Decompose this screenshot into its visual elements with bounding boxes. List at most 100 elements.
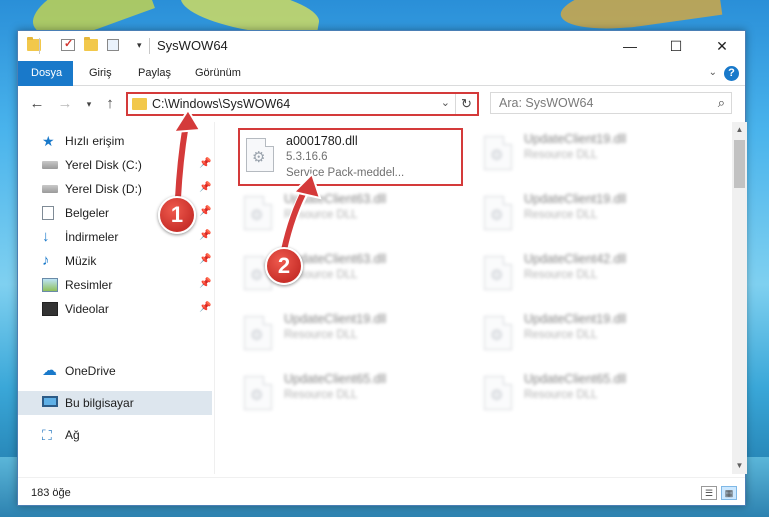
nav-item-onedrive[interactable]: ☁ OneDrive (18, 359, 212, 383)
pin-icon[interactable]: 📌 (199, 158, 211, 169)
close-button[interactable]: ✕ (699, 31, 745, 61)
star-icon: ★ (42, 133, 55, 149)
chevron-down-icon[interactable]: ▾ (137, 40, 142, 51)
nav-item-label: Videolar (65, 302, 109, 316)
status-bar: 183 öğe ☰ ▦ (18, 477, 745, 505)
dll-file-icon (246, 138, 274, 172)
pin-icon[interactable]: 📌 (199, 278, 211, 289)
dll-file-icon (244, 196, 272, 230)
view-properties-icon[interactable] (107, 39, 119, 51)
refresh-button[interactable]: ↻ (455, 94, 477, 114)
file-description: Resource DLL (284, 209, 358, 221)
pin-icon[interactable]: 📌 (199, 230, 211, 241)
file-item[interactable]: UpdateClient19.dll Resource DLL (238, 308, 463, 366)
file-item[interactable]: UpdateClient65.dll Resource DLL (238, 368, 463, 426)
nav-item-local-disk-c[interactable]: Yerel Disk (C:) 📌 (18, 153, 212, 177)
minimize-button[interactable]: — (607, 31, 653, 61)
drive-icon (42, 161, 58, 169)
dll-file-icon (484, 376, 512, 410)
title-bar: ▾ SysWOW64 — ☐ ✕ (18, 31, 745, 61)
scrollbar-thumb[interactable] (734, 140, 745, 188)
file-name: UpdateClient65.dll (524, 372, 627, 386)
file-item[interactable]: UpdateClient65.dll Resource DLL (478, 368, 703, 426)
tab-file[interactable]: Dosya (18, 61, 73, 86)
navigation-pane: ★ Hızlı erişim Yerel Disk (C:) 📌 Yerel D… (18, 122, 215, 474)
maximize-button[interactable]: ☐ (653, 31, 699, 61)
videos-icon (42, 302, 58, 316)
scroll-up-icon[interactable]: ▲ (732, 122, 747, 138)
step-badge-1: 1 (158, 196, 196, 234)
details-view-icon[interactable]: ☰ (701, 486, 717, 500)
file-item[interactable]: UpdateClient42.dll Resource DLL (478, 248, 703, 306)
back-arrow-icon[interactable]: ← (28, 95, 46, 113)
nav-item-music[interactable]: ♪ Müzik 📌 (18, 249, 212, 273)
vertical-scrollbar[interactable]: ▲ ▼ (732, 122, 747, 474)
up-arrow-icon[interactable]: ↑ (101, 95, 119, 113)
pin-icon[interactable]: 📌 (199, 206, 211, 217)
music-icon: ♪ (42, 252, 50, 269)
nav-item-pictures[interactable]: Resimler 📌 (18, 273, 212, 297)
address-dropdown-icon[interactable]: ⌄ (441, 96, 450, 109)
tiles-view-icon[interactable]: ▦ (721, 486, 737, 500)
file-name: UpdateClient65.dll (284, 372, 387, 386)
nav-item-network[interactable]: ⛶ Ağ (18, 423, 212, 447)
nav-item-label: OneDrive (65, 364, 116, 378)
file-description: Resource DLL (524, 389, 598, 401)
file-version: 5.3.16.6 (286, 151, 328, 163)
tab-view[interactable]: Görünüm (187, 61, 249, 86)
file-list: a0001780.dll 5.3.16.6 Service Pack-medde… (216, 122, 732, 474)
this-pc-icon (42, 396, 58, 407)
dll-file-icon (244, 316, 272, 350)
file-name: UpdateClient63.dll (284, 192, 387, 206)
search-box[interactable]: ⌕ (490, 92, 732, 114)
folder-icon (132, 98, 147, 110)
file-description: Resource DLL (524, 329, 598, 341)
recent-locations-chevron-icon[interactable]: ▾ (80, 95, 98, 113)
nav-item-videos[interactable]: Videolar 📌 (18, 297, 212, 321)
file-item-highlighted[interactable]: a0001780.dll 5.3.16.6 Service Pack-medde… (238, 128, 463, 186)
nav-item-label: Ağ (65, 428, 80, 442)
file-item[interactable]: UpdateClient19.dll Resource DLL (478, 188, 703, 246)
pin-icon[interactable]: 📌 (199, 254, 211, 265)
file-name: UpdateClient42.dll (524, 252, 627, 266)
file-item[interactable]: UpdateClient19.dll Resource DLL (478, 128, 703, 186)
tab-home[interactable]: Giriş (81, 61, 120, 86)
file-name: UpdateClient19.dll (524, 312, 627, 326)
file-name: UpdateClient19.dll (524, 132, 627, 146)
nav-item-quick-access[interactable]: ★ Hızlı erişim (18, 129, 212, 153)
navigation-bar: ← → ▾ ↑ C:\Windows\SysWOW64 ⌄ ↻ ⌕ (18, 87, 745, 121)
scroll-down-icon[interactable]: ▼ (732, 458, 747, 474)
tab-share[interactable]: Paylaş (130, 61, 179, 86)
address-bar[interactable]: C:\Windows\SysWOW64 ⌄ ↻ (126, 92, 479, 116)
file-name: a0001780.dll (286, 134, 358, 148)
dll-file-icon (484, 136, 512, 170)
search-input[interactable] (499, 95, 699, 111)
search-icon[interactable]: ⌕ (718, 95, 725, 111)
file-description: Resource DLL (524, 269, 598, 281)
nav-item-this-pc[interactable]: Bu bilgisayar (18, 391, 212, 415)
nav-item-label: Belgeler (65, 206, 110, 220)
file-item[interactable]: UpdateClient19.dll Resource DLL (478, 308, 703, 366)
dll-file-icon (244, 376, 272, 410)
nav-item-label: Yerel Disk (C:) (65, 158, 142, 172)
new-folder-icon[interactable] (84, 37, 98, 51)
address-path[interactable]: C:\Windows\SysWOW64 (152, 97, 290, 111)
nav-item-label: Resimler (65, 278, 113, 292)
pin-icon[interactable]: 📌 (199, 182, 211, 193)
properties-check-icon[interactable] (61, 37, 75, 51)
drive-icon (42, 185, 58, 193)
divider (39, 38, 40, 54)
file-name: UpdateClient19.dll (524, 192, 627, 206)
help-icon[interactable]: ? (724, 66, 739, 81)
documents-icon (42, 206, 54, 220)
nav-item-label: Yerel Disk (D:) (65, 182, 142, 196)
ribbon-expand-icon[interactable]: ⌄ (709, 67, 717, 78)
pin-icon[interactable]: 📌 (199, 302, 211, 313)
forward-arrow-icon[interactable]: → (56, 95, 74, 113)
file-description: Resource DLL (524, 149, 598, 161)
nav-item-label: Hızlı erişim (65, 134, 125, 148)
file-item[interactable]: UpdateClient63.dll Resource DLL (238, 188, 463, 246)
explorer-window: ▾ SysWOW64 — ☐ ✕ Dosya Giriş Paylaş Görü… (17, 30, 747, 506)
downloads-icon: ↓ (42, 228, 50, 245)
step-badge-2: 2 (265, 247, 303, 285)
